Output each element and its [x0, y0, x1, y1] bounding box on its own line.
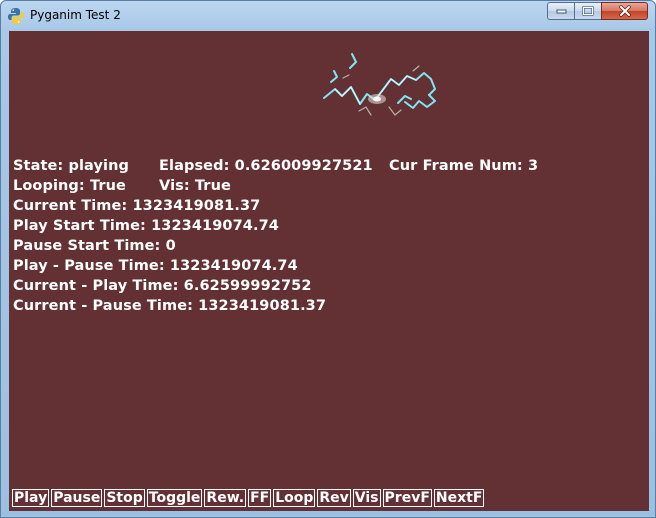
- close-button[interactable]: [601, 2, 648, 20]
- control-button-bar: Play Pause Stop Toggle Rew. FF Loop Rev …: [12, 489, 485, 507]
- frame-num-text: Cur Frame Num: 3: [389, 158, 539, 174]
- game-canvas[interactable]: State: playing Elapsed: 0.626009927521 C…: [9, 31, 649, 511]
- play-minus-pause-text: Play - Pause Time: 1323419074.74: [13, 258, 298, 274]
- minimize-icon: [556, 9, 566, 14]
- maximize-icon: [582, 6, 594, 16]
- rewind-button[interactable]: Rew.: [204, 489, 247, 507]
- stop-button[interactable]: Stop: [104, 489, 145, 507]
- vis-text: Vis: True: [159, 178, 231, 194]
- elapsed-text: Elapsed: 0.626009927521: [159, 158, 373, 174]
- pause-button[interactable]: Pause: [51, 489, 103, 507]
- current-minus-play-text: Current - Play Time: 6.62599992752: [13, 278, 312, 294]
- current-minus-pause-text: Current - Pause Time: 1323419081.37: [13, 298, 327, 314]
- toggle-button[interactable]: Toggle: [146, 489, 203, 507]
- maximize-button[interactable]: [574, 2, 601, 20]
- python-snake-icon[interactable]: [7, 7, 25, 25]
- current-time-text: Current Time: 1323419081.37: [13, 198, 261, 214]
- state-text: State: playing: [13, 158, 129, 174]
- app-window: Pyganim Test 2 State: playing Elapsed: 0…: [0, 0, 656, 518]
- next-frame-button[interactable]: NextF: [433, 489, 485, 507]
- play-start-time-text: Play Start Time: 1323419074.74: [13, 218, 279, 234]
- window-title: Pyganim Test 2: [30, 8, 121, 22]
- fast-forward-button[interactable]: FF: [248, 489, 272, 507]
- caption-buttons: [547, 2, 648, 21]
- previous-frame-button[interactable]: PrevF: [382, 489, 432, 507]
- looping-text: Looping: True: [13, 178, 126, 194]
- pause-start-time-text: Pause Start Time: 0: [13, 238, 176, 254]
- minimize-button[interactable]: [547, 2, 574, 20]
- reverse-button[interactable]: Rev: [317, 489, 351, 507]
- close-icon: [618, 5, 631, 17]
- play-button[interactable]: Play: [12, 489, 50, 507]
- lightning-spark-animation: [323, 53, 436, 116]
- title-bar[interactable]: Pyganim Test 2: [1, 1, 655, 31]
- visibility-button[interactable]: Vis: [352, 489, 381, 507]
- loop-button[interactable]: Loop: [273, 489, 316, 507]
